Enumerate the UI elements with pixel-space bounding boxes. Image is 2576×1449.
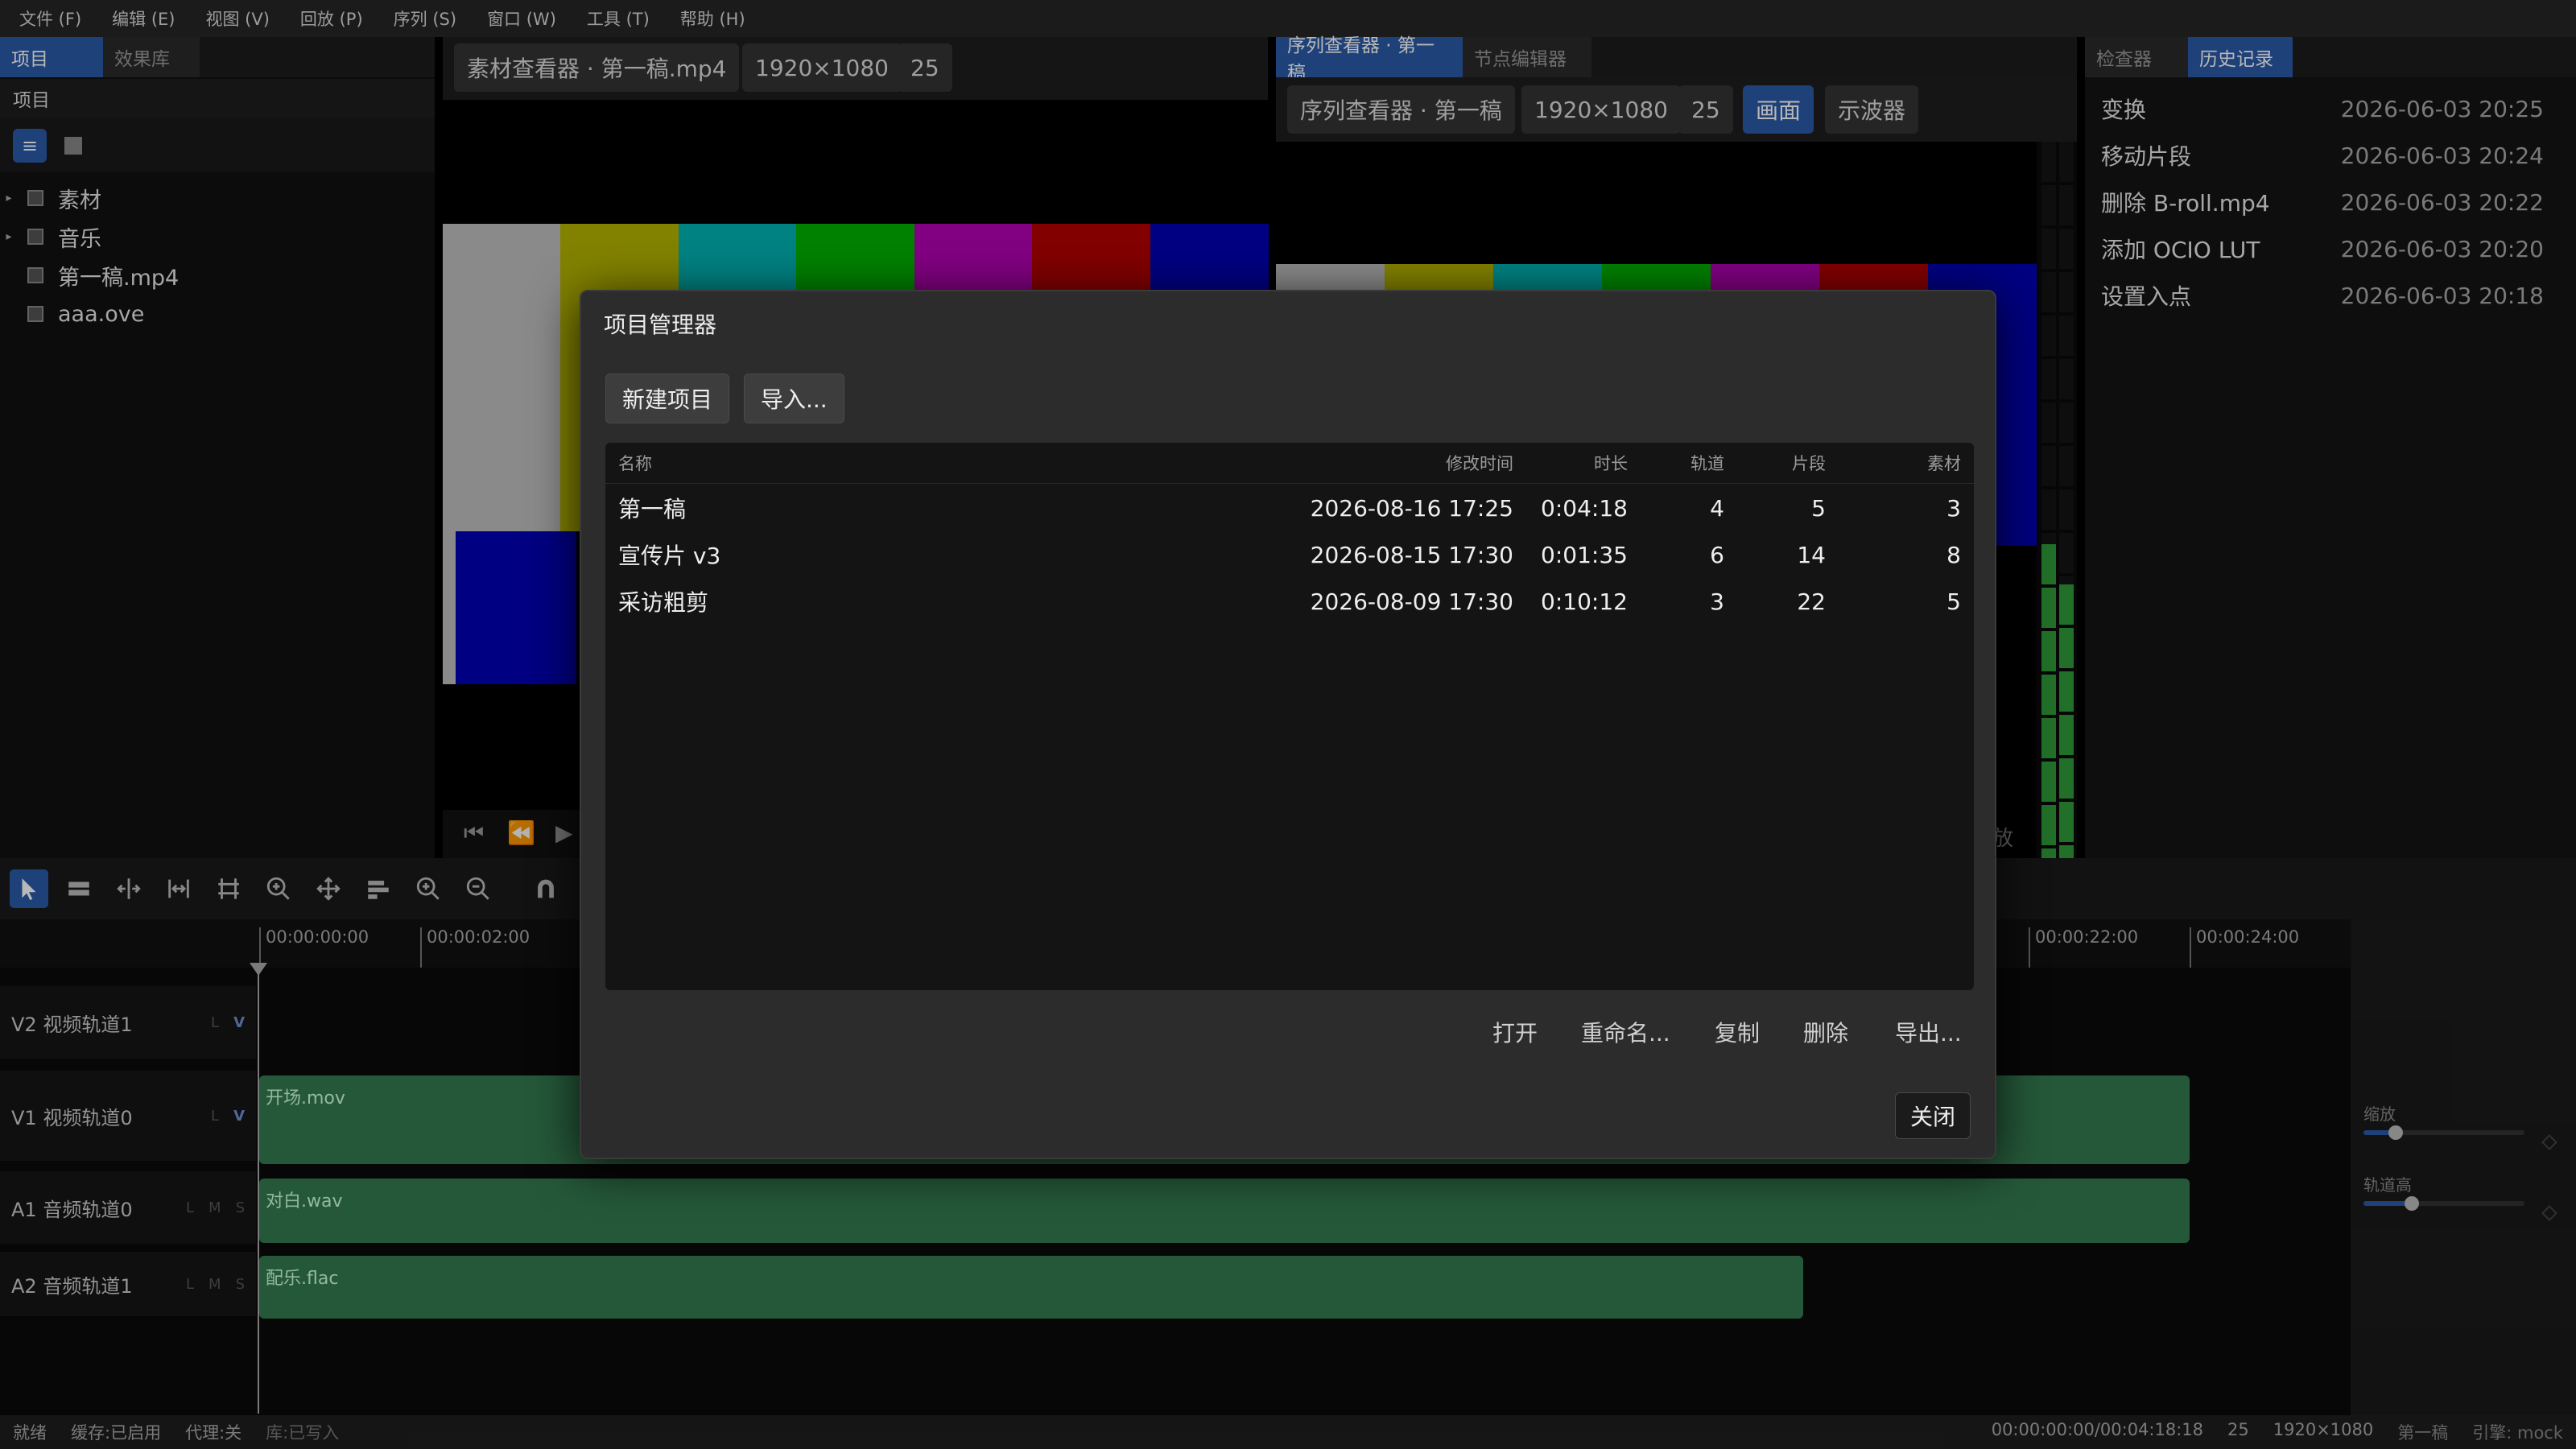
column-header-media[interactable]: 素材 bbox=[1861, 443, 1961, 483]
close-button[interactable]: 关闭 bbox=[1895, 1092, 1971, 1139]
cell-duration: 0:01:35 bbox=[1541, 541, 1628, 568]
cell-clips: 5 bbox=[1811, 494, 1826, 522]
delete-project-button[interactable]: 删除 bbox=[1803, 1012, 1848, 1052]
app-window: 文件 (F) 编辑 (E) 视图 (V) 回放 (P) 序列 (S) 窗口 (W… bbox=[0, 0, 2576, 1449]
cell-clips: 14 bbox=[1797, 541, 1826, 568]
project-manager-dialog: 项目管理器 新建项目 导入... 名称 修改时间 时长 轨道 片段 素材 第一稿… bbox=[580, 290, 1996, 1159]
cell-duration: 0:04:18 bbox=[1541, 494, 1628, 522]
project-table: 名称 修改时间 时长 轨道 片段 素材 第一稿 2026-08-16 17:25 0… bbox=[605, 443, 1974, 990]
cell-modified: 2026-08-09 17:30 bbox=[1310, 588, 1513, 615]
cell-name: 宣传片 v3 bbox=[618, 543, 721, 569]
cell-tracks: 6 bbox=[1710, 541, 1724, 568]
cell-name: 第一稿 bbox=[618, 496, 687, 522]
column-header-duration[interactable]: 时长 bbox=[1563, 443, 1628, 483]
column-header-clips[interactable]: 片段 bbox=[1757, 443, 1826, 483]
cell-media: 8 bbox=[1946, 541, 1961, 568]
project-table-row[interactable]: 宣传片 v3 2026-08-15 17:30 0:01:35 6 14 8 bbox=[605, 531, 1974, 578]
column-header-tracks[interactable]: 轨道 bbox=[1652, 443, 1724, 483]
project-table-row[interactable]: 采访粗剪 2026-08-09 17:30 0:10:12 3 22 5 bbox=[605, 578, 1974, 625]
cell-tracks: 3 bbox=[1710, 588, 1724, 615]
cell-name: 采访粗剪 bbox=[618, 589, 709, 616]
cell-clips: 22 bbox=[1797, 588, 1826, 615]
dialog-title: 项目管理器 bbox=[604, 312, 717, 338]
cell-tracks: 4 bbox=[1710, 494, 1724, 522]
column-header-name[interactable]: 名称 bbox=[618, 443, 652, 483]
cell-modified: 2026-08-16 17:25 bbox=[1310, 494, 1513, 522]
rename-project-button[interactable]: 重命名... bbox=[1581, 1012, 1670, 1052]
new-project-button[interactable]: 新建项目 bbox=[605, 374, 730, 423]
cell-duration: 0:10:12 bbox=[1541, 588, 1628, 615]
open-project-button[interactable]: 打开 bbox=[1492, 1012, 1538, 1052]
export-project-button[interactable]: 导出... bbox=[1895, 1012, 1962, 1052]
cell-modified: 2026-08-15 17:30 bbox=[1310, 541, 1513, 568]
cell-media: 5 bbox=[1946, 588, 1961, 615]
cell-media: 3 bbox=[1946, 494, 1961, 522]
project-table-row[interactable]: 第一稿 2026-08-16 17:25 0:04:18 4 5 3 bbox=[605, 485, 1974, 531]
duplicate-project-button[interactable]: 复制 bbox=[1715, 1012, 1760, 1052]
column-header-modified[interactable]: 修改时间 bbox=[1410, 443, 1513, 483]
import-button[interactable]: 导入... bbox=[744, 374, 844, 423]
